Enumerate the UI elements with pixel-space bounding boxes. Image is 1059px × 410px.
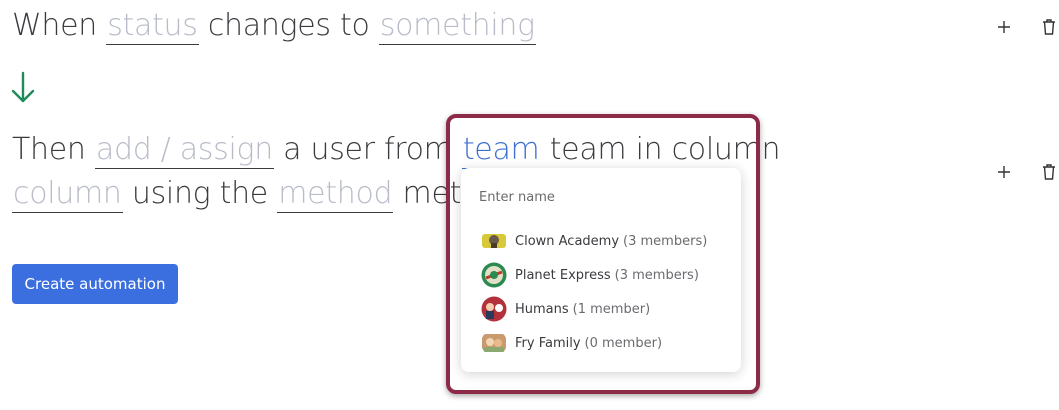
trigger-sentence: When status changes to something [12,4,536,48]
delete-trigger-button[interactable] [1034,12,1059,42]
method-select[interactable]: method [277,176,394,213]
action-prefix: Then [12,132,86,167]
add-trigger-button[interactable] [989,12,1019,42]
trigger-actions [989,12,1059,42]
action-middle1: a user from [283,132,453,167]
plus-icon [998,21,1010,33]
highlight-frame [446,114,760,394]
column-select[interactable]: column [12,176,123,213]
trash-icon [1043,19,1055,35]
add-action-button[interactable] [989,157,1019,187]
action-sentence-line2: column using the method met [12,172,461,216]
trigger-value-select[interactable]: something [378,8,536,45]
action-middle3: using the [131,176,268,211]
plus-icon [998,166,1010,178]
create-automation-button[interactable]: Create automation [12,264,178,304]
trash-icon [1043,164,1055,180]
trigger-middle: changes to [207,8,370,43]
delete-action-button[interactable] [1034,157,1059,187]
arrow-down-icon [11,71,35,103]
trigger-field-select[interactable]: status [106,8,199,45]
action-type-select[interactable]: add / assign [94,132,274,169]
action-actions [989,157,1059,187]
trigger-prefix: When [12,8,97,43]
